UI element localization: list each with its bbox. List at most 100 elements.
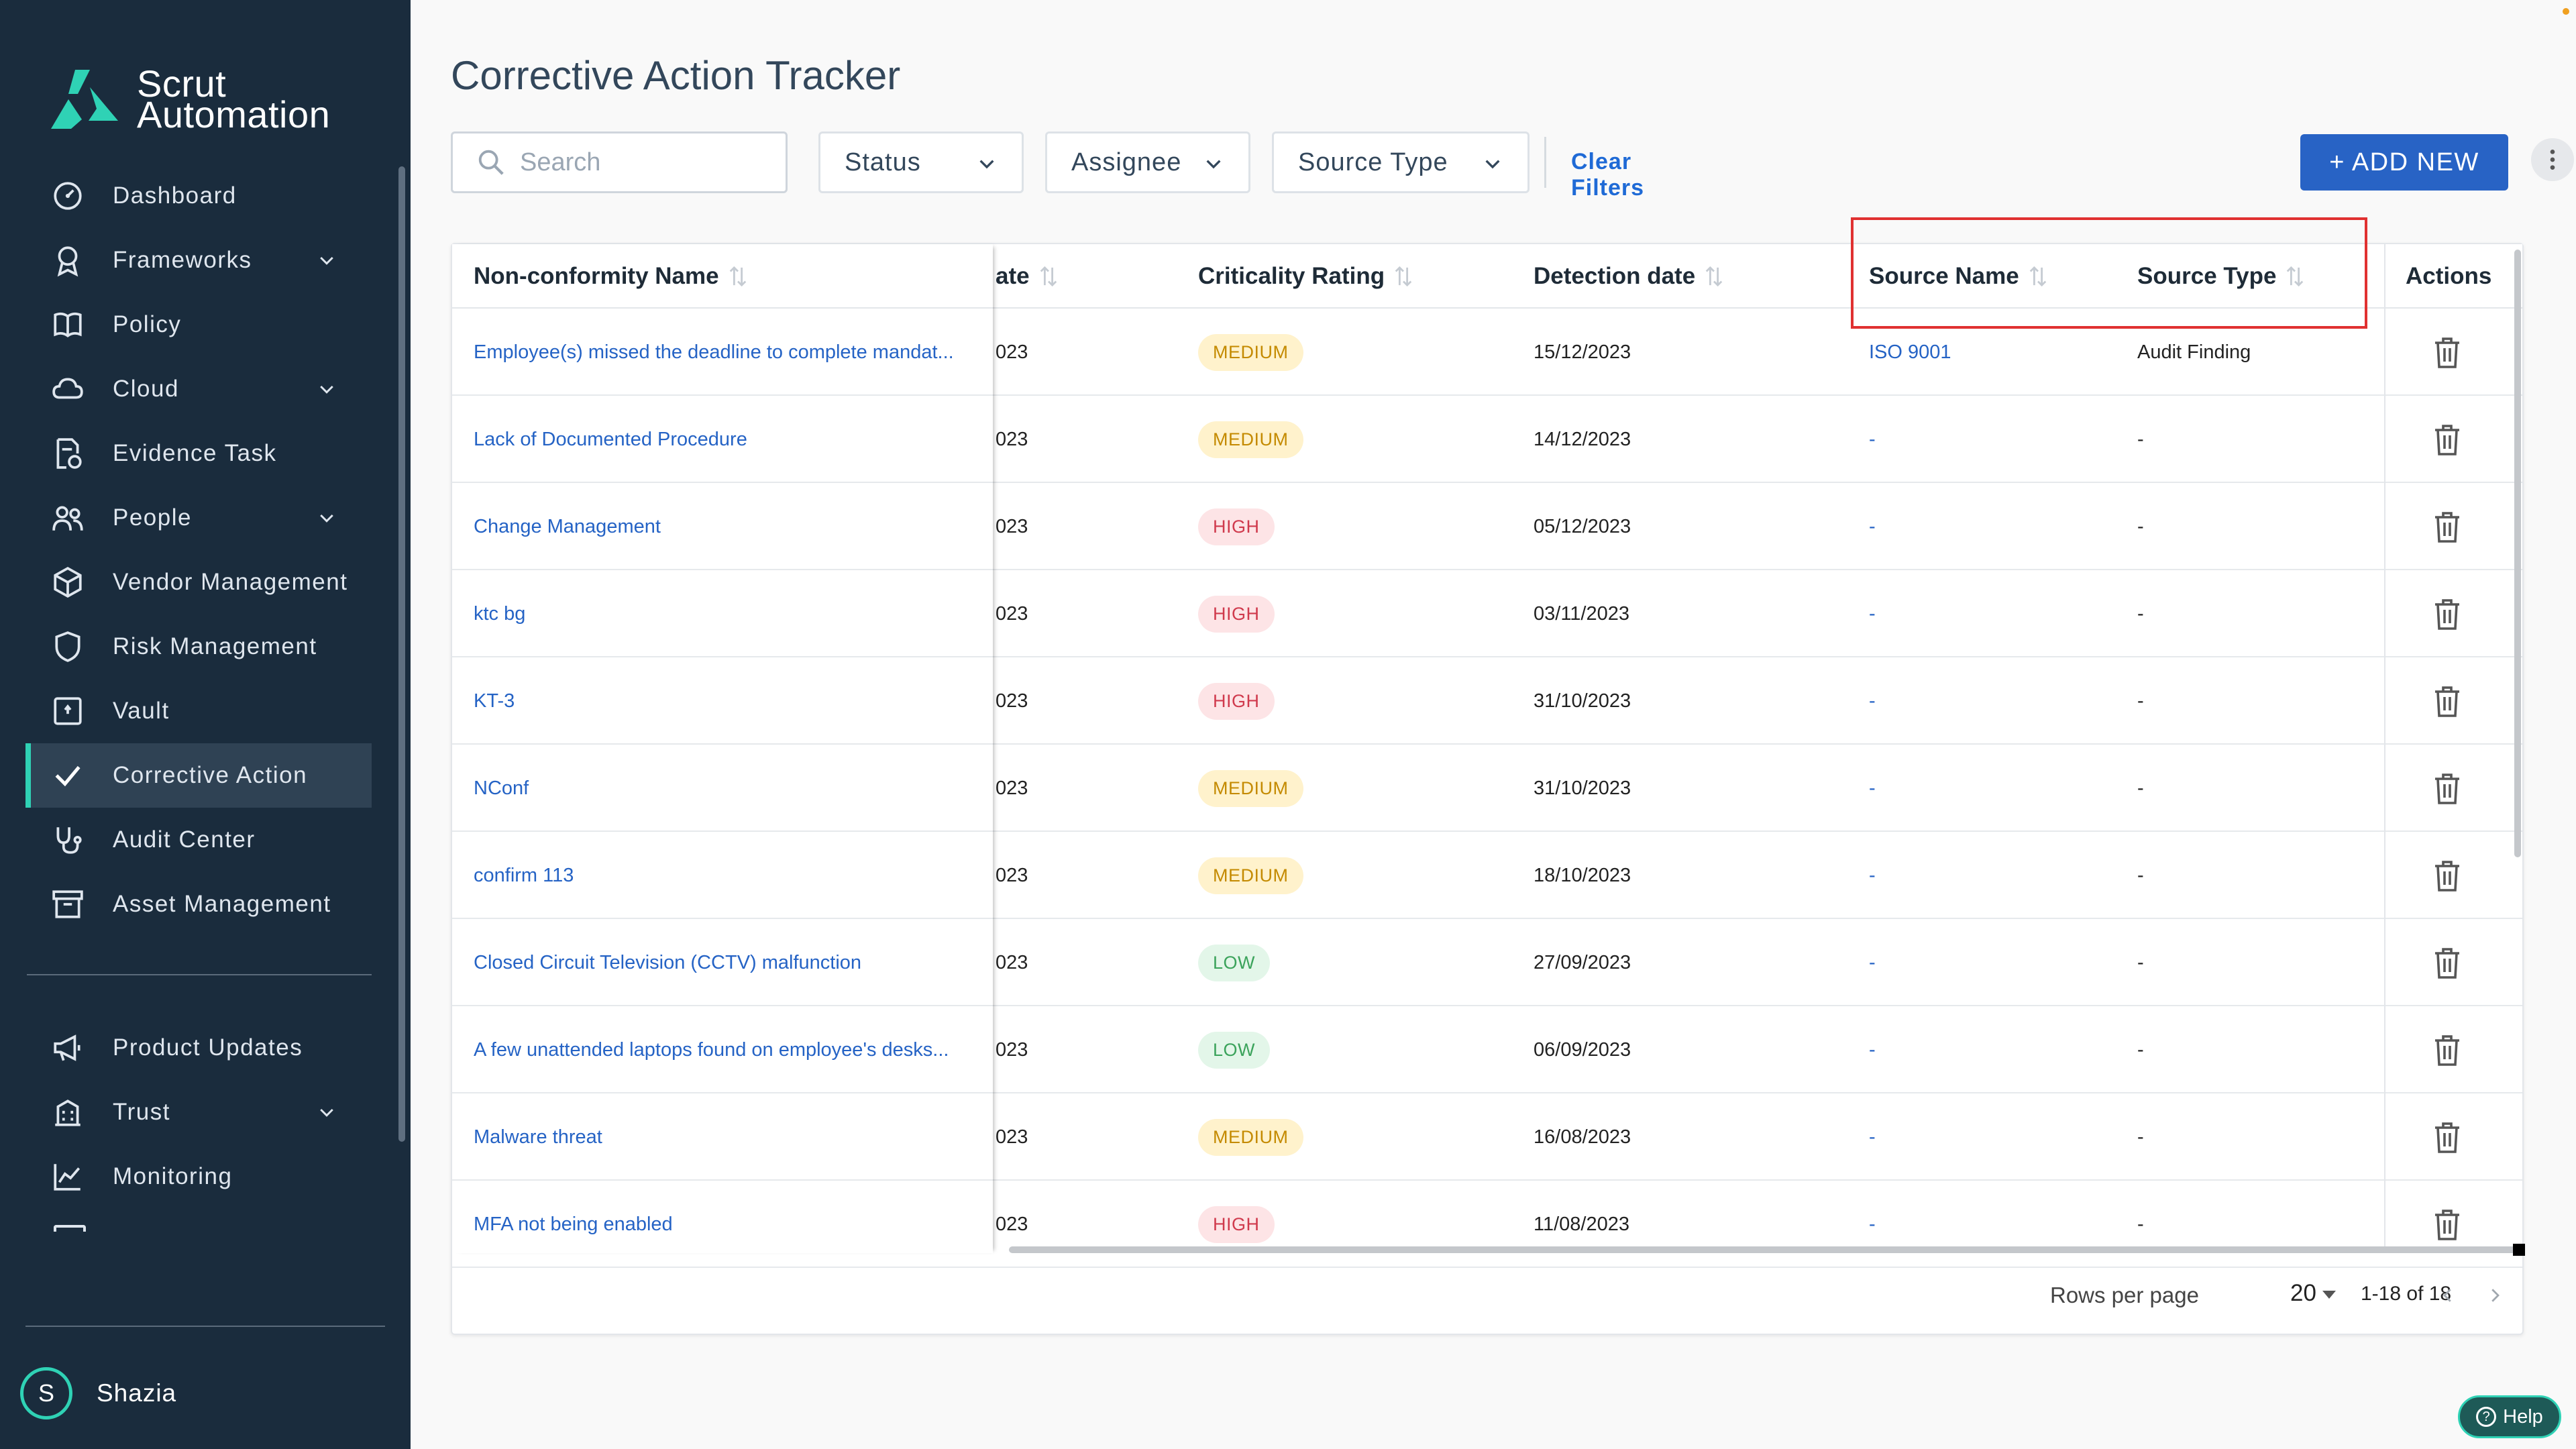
source-name-cell: - <box>1869 951 1876 973</box>
col-header-source-type[interactable]: Source Type <box>2137 263 2304 290</box>
main-content: Corrective Action Tracker Status Assigne… <box>411 0 2576 1449</box>
table-row[interactable]: NConf 023 MEDIUM 31/10/2023 - - <box>452 745 2522 832</box>
sidebar-item-monitoring[interactable]: Monitoring <box>27 1144 372 1209</box>
assignee-filter-label: Assignee <box>1071 148 1182 176</box>
table-row[interactable]: Malware threat 023 MEDIUM 16/08/2023 - - <box>452 1093 2522 1181</box>
book-icon <box>51 308 85 341</box>
assignee-filter[interactable]: Assignee <box>1045 131 1250 193</box>
shield-icon <box>51 630 85 663</box>
sidebar-item-cloud[interactable]: Cloud <box>27 357 372 421</box>
delete-button[interactable] <box>2431 745 2463 832</box>
table-row[interactable]: confirm 113 023 MEDIUM 18/10/2023 - - <box>452 832 2522 919</box>
trash-icon <box>2435 773 2459 804</box>
chevron-right-icon[interactable] <box>2485 1285 2505 1305</box>
nonconformity-name-link[interactable]: A few unattended laptops found on employ… <box>474 1006 949 1093</box>
nonconformity-name-link[interactable]: Malware threat <box>474 1093 602 1181</box>
criticality-cell: LOW <box>1198 919 1271 1006</box>
trash-icon <box>2435 512 2459 543</box>
sidebar-item-evidence-task[interactable]: Evidence Task <box>27 421 372 486</box>
nonconformity-name-link[interactable]: NConf <box>474 745 529 832</box>
clear-filters-link[interactable]: Clear Filters <box>1571 149 1644 201</box>
table-row[interactable]: Employee(s) missed the deadline to compl… <box>452 309 2522 396</box>
source-type-cell: Audit Finding <box>2137 341 2251 363</box>
criticality-badge: HIGH <box>1198 508 1275 545</box>
source-name-cell[interactable]: ISO 9001 <box>1869 309 1951 396</box>
col-header-name[interactable]: Non-conformity Name <box>474 263 747 290</box>
nonconformity-name-link[interactable]: Employee(s) missed the deadline to compl… <box>474 309 954 396</box>
delete-button[interactable] <box>2431 570 2463 657</box>
date-cell: 023 <box>996 428 1028 450</box>
sidebar-item-vendor-management[interactable]: Vendor Management <box>27 550 372 614</box>
sidebar-item-frameworks[interactable]: Frameworks <box>27 228 372 292</box>
sidebar-item-vault[interactable]: Vault <box>27 679 372 743</box>
date-cell: 023 <box>996 602 1028 625</box>
table-row[interactable]: Lack of Documented Procedure 023 MEDIUM 14/… <box>452 396 2522 483</box>
source-type-cell: - <box>2137 515 2144 537</box>
brand-name: Scrut Automation <box>137 65 331 136</box>
caret-down-icon[interactable] <box>2321 1288 2337 1301</box>
sidebar-item-label: Policy <box>113 311 182 337</box>
nonconformity-name-link[interactable]: confirm 113 <box>474 832 574 919</box>
box-icon <box>51 566 85 599</box>
trash-icon <box>2435 337 2459 368</box>
col-header-criticality[interactable]: Criticality Rating <box>1198 263 1413 290</box>
sidebar-item-dashboard[interactable]: Dashboard <box>27 164 372 228</box>
search-input[interactable] <box>520 148 775 177</box>
nonconformity-name-link[interactable]: Change Management <box>474 483 661 570</box>
col-header-date[interactable]: ate <box>996 263 1058 290</box>
filter-divider <box>1544 137 1546 188</box>
delete-button[interactable] <box>2431 919 2463 1006</box>
table-row[interactable]: ktc bg 023 HIGH 03/11/2023 - - <box>452 570 2522 657</box>
brand-line-2: Automation <box>137 93 331 136</box>
sidebar-nav-secondary: Product Updates Trust Monitoring <box>27 1016 372 1209</box>
col-header-detection-date[interactable]: Detection date <box>1534 263 1723 290</box>
criticality-badge: MEDIUM <box>1198 769 1303 807</box>
sidebar-item-label: People <box>113 504 192 531</box>
sidebar-scrollbar[interactable] <box>398 166 405 1142</box>
sidebar-item-policy[interactable]: Policy <box>27 292 372 357</box>
brand-logo[interactable]: Scrut Automation <box>48 65 331 136</box>
delete-button[interactable] <box>2431 1006 2463 1093</box>
detection-date-cell: 18/10/2023 <box>1534 864 1631 886</box>
sidebar-item-asset-management[interactable]: Asset Management <box>27 872 372 936</box>
nonconformity-name-link[interactable]: Lack of Documented Procedure <box>474 396 747 483</box>
nonconformity-name-link[interactable]: KT-3 <box>474 657 515 745</box>
table-horizontal-scrollbar[interactable] <box>1009 1246 2516 1253</box>
table-row[interactable]: Closed Circuit Television (CCTV) malfunc… <box>452 919 2522 1006</box>
search-box[interactable] <box>451 131 788 193</box>
nonconformity-name-link[interactable]: Closed Circuit Television (CCTV) malfunc… <box>474 919 861 1006</box>
sidebar-item-people[interactable]: People <box>27 486 372 550</box>
table-vertical-scrollbar[interactable] <box>2514 250 2521 857</box>
sidebar-item-trust[interactable]: Trust <box>27 1080 372 1144</box>
date-cell: 023 <box>996 1126 1028 1148</box>
delete-button[interactable] <box>2431 657 2463 745</box>
criticality-cell: MEDIUM <box>1198 832 1303 919</box>
chevron-left-icon[interactable] <box>2438 1285 2458 1305</box>
sidebar-item-label: Evidence Task <box>113 440 277 466</box>
stethoscope-icon <box>51 823 85 857</box>
table-row[interactable]: Change Management 023 HIGH 05/12/2023 - - <box>452 483 2522 570</box>
sidebar-item-product-updates[interactable]: Product Updates <box>27 1016 372 1080</box>
nonconformity-name-link[interactable]: ktc bg <box>474 570 525 657</box>
chevron-down-icon <box>320 1108 333 1117</box>
delete-button[interactable] <box>2431 483 2463 570</box>
date-cell: 023 <box>996 690 1028 712</box>
add-new-button[interactable]: + ADD NEW <box>2300 134 2508 191</box>
delete-button[interactable] <box>2431 396 2463 483</box>
sidebar-item-risk-management[interactable]: Risk Management <box>27 614 372 679</box>
col-header-source-name[interactable]: Source Name <box>1869 263 2047 290</box>
more-options-button[interactable] <box>2531 138 2574 181</box>
delete-button[interactable] <box>2431 832 2463 919</box>
source-type-cell: - <box>2137 690 2144 712</box>
sidebar-item-corrective-action[interactable]: Corrective Action <box>25 743 372 808</box>
table-row[interactable]: KT-3 023 HIGH 31/10/2023 - - <box>452 657 2522 745</box>
sidebar-item-audit-center[interactable]: Audit Center <box>27 808 372 872</box>
delete-button[interactable] <box>2431 1093 2463 1181</box>
delete-button[interactable] <box>2431 309 2463 396</box>
source-type-filter[interactable]: Source Type <box>1272 131 1529 193</box>
help-button[interactable]: ? Help <box>2458 1395 2561 1438</box>
rows-per-page-select[interactable]: 20 <box>2290 1280 2316 1307</box>
status-filter[interactable]: Status <box>818 131 1024 193</box>
table-row[interactable]: A few unattended laptops found on employ… <box>452 1006 2522 1093</box>
user-profile[interactable]: S Shazia <box>20 1367 176 1419</box>
